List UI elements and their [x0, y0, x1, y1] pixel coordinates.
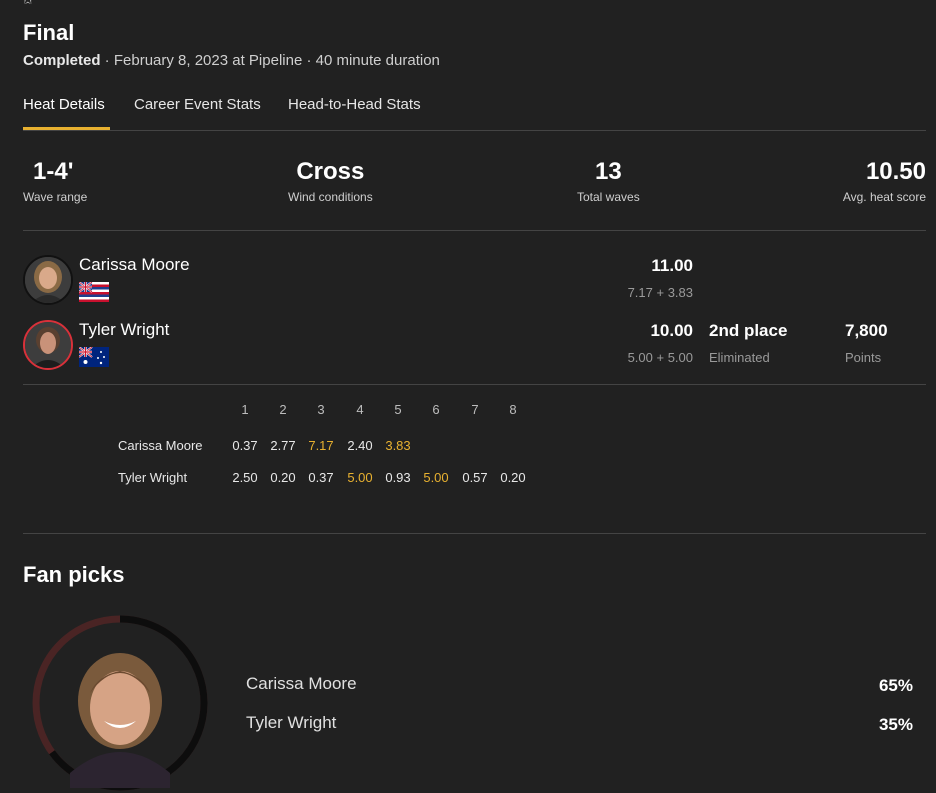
hawaii-flag-icon	[79, 282, 109, 302]
tab-bar: Heat Details Career Event Stats Head-to-…	[23, 96, 926, 131]
heat-stats: 1-4' Wave range Cross Wind conditions 13…	[23, 158, 926, 231]
wave-score: 0.20	[270, 470, 296, 485]
competitor-name[interactable]: Carissa Moore	[79, 255, 190, 275]
heat-score: 10.00	[650, 321, 693, 340]
wave-score-counted: 5.00	[347, 470, 373, 485]
points-label: Points	[845, 350, 882, 365]
star-icon[interactable]: ✩	[22, 0, 34, 8]
wave-header: 5	[394, 402, 402, 417]
stat-label: Wind conditions	[288, 190, 373, 204]
placement: 2nd place	[709, 321, 788, 340]
active-tab-indicator	[23, 127, 110, 130]
fan-pick-percent: 65%	[878, 676, 913, 695]
placement-status: Eliminated	[709, 350, 770, 365]
wave-score: 2.77	[270, 438, 296, 453]
wave-scores-table: 1 2 3 4 5 6 7 8 Carissa Moore 0.37 2.77 …	[23, 384, 926, 534]
wave-score-counted: 7.17	[308, 438, 334, 453]
wave-header: 7	[471, 402, 479, 417]
competitor-name[interactable]: Tyler Wright	[79, 320, 169, 340]
fan-pick-name: Tyler Wright	[246, 713, 337, 732]
tab-heat-details[interactable]: Heat Details	[23, 96, 105, 123]
fan-pick-name: Carissa Moore	[246, 674, 357, 693]
stat-wave-range: 1-4' Wave range	[23, 158, 87, 204]
stat-label: Avg. heat score	[842, 190, 926, 204]
australia-flag-icon	[79, 347, 109, 367]
wave-score-counted: 3.83	[385, 438, 411, 453]
score-breakdown: 5.00 + 5.00	[627, 350, 693, 365]
avatar	[23, 320, 73, 370]
wave-row-name: Tyler Wright	[118, 470, 188, 485]
wave-score: 2.50	[232, 470, 258, 485]
wave-score: 0.37	[308, 470, 334, 485]
stat-wind: Cross Wind conditions	[288, 158, 373, 204]
wave-score: 0.93	[385, 470, 411, 485]
competitor-row[interactable]: Tyler Wright 10.00 5.00 + 5.00 2nd place…	[23, 320, 926, 380]
wave-score: 2.40	[347, 438, 373, 453]
score-breakdown: 7.17 + 3.83	[627, 285, 693, 300]
heat-details: · February 8, 2023 at Pipeline · 40 minu…	[100, 52, 440, 69]
heat-status: Completed	[23, 52, 101, 69]
wave-header: 8	[509, 402, 517, 417]
competitor-list: Carissa Moore 11.00 7.17 + 3.83 Tyler Wr…	[23, 230, 926, 385]
heat-subtitle: Completed · February 8, 2023 at Pipeline…	[23, 52, 440, 69]
leader-photo	[70, 653, 170, 788]
avatar	[23, 255, 73, 305]
tab-head-to-head-stats[interactable]: Head-to-Head Stats	[288, 96, 421, 123]
wave-score: 0.37	[232, 438, 258, 453]
stat-label: Wave range	[23, 190, 88, 204]
stat-total-waves: 13 Total waves	[577, 158, 640, 204]
points-value: 7,800	[845, 321, 888, 340]
heat-score: 11.00	[651, 256, 693, 275]
fan-picks-title: Fan picks	[23, 562, 125, 587]
page-title: Final	[23, 20, 75, 45]
stat-label: Total waves	[577, 190, 640, 204]
wave-header: 6	[432, 402, 440, 417]
stat-avg-heat-score: 10.50 Avg. heat score	[843, 158, 926, 204]
stat-value: 1-4'	[33, 158, 74, 185]
wave-row-name: Carissa Moore	[118, 438, 203, 453]
wave-header: 2	[279, 402, 287, 417]
fan-pick-percent: 35%	[878, 715, 913, 734]
wave-score: 0.57	[462, 470, 488, 485]
stat-value: 10.50	[865, 158, 926, 185]
wave-header: 3	[317, 402, 325, 417]
stat-value: 13	[595, 158, 622, 185]
fan-picks-ring	[32, 615, 208, 791]
stat-value: Cross	[296, 158, 365, 185]
wave-header: 1	[241, 402, 249, 417]
tab-career-event-stats[interactable]: Career Event Stats	[134, 96, 261, 123]
wave-header: 4	[356, 402, 364, 417]
competitor-row[interactable]: Carissa Moore 11.00 7.17 + 3.83	[23, 255, 926, 315]
wave-score-counted: 5.00	[423, 470, 449, 485]
wave-score: 0.20	[500, 470, 526, 485]
